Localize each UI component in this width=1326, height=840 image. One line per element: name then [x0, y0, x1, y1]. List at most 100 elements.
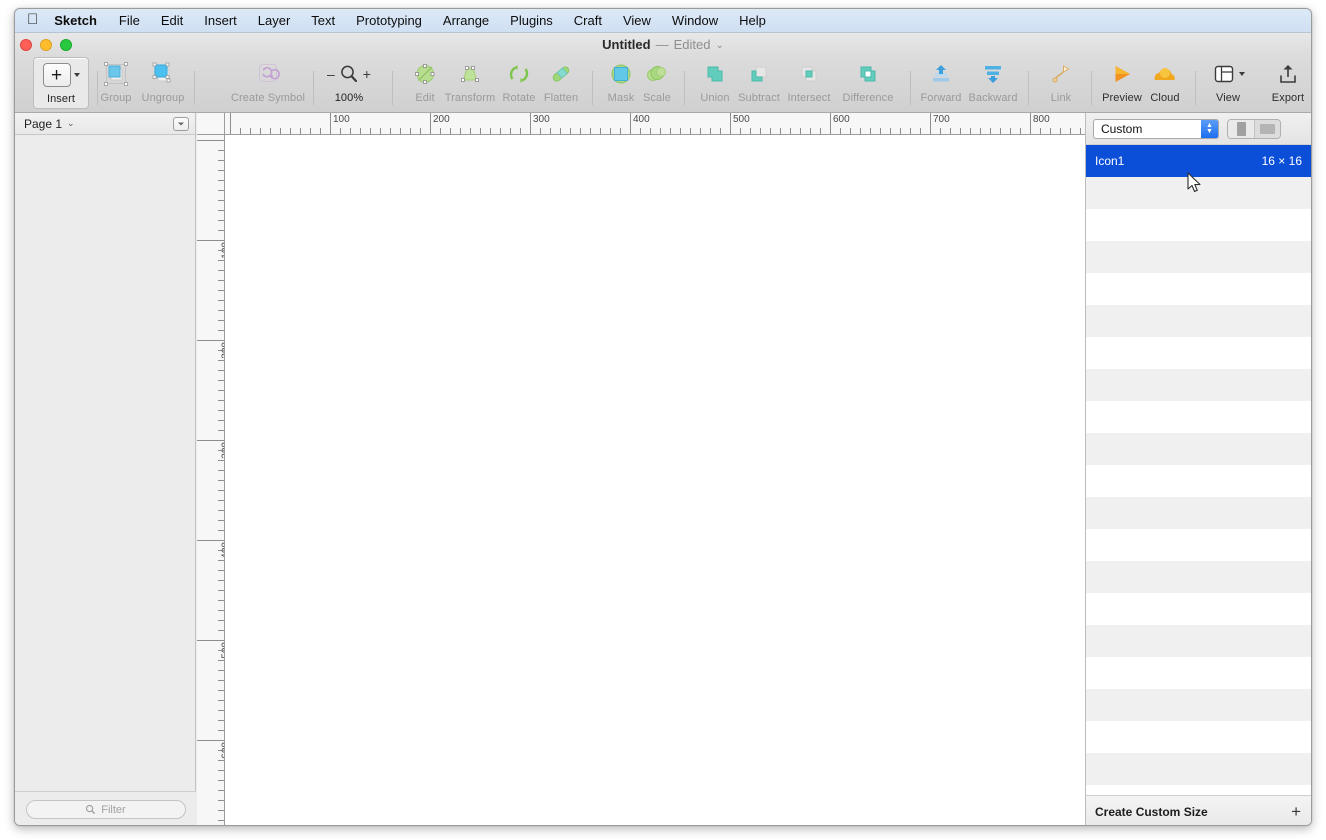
export-button[interactable]: Export: [1260, 59, 1311, 104]
artboard-size-row[interactable]: [1086, 273, 1311, 305]
ruler-minor-tick: [990, 128, 991, 134]
artboard-size-row[interactable]: [1086, 305, 1311, 337]
orientation-toggle[interactable]: [1227, 118, 1281, 139]
ruler-minor-tick: [218, 430, 224, 431]
zoom-out-button[interactable]: –: [327, 66, 335, 82]
view-icon: [1212, 59, 1245, 89]
artboard-size-row[interactable]: [1086, 337, 1311, 369]
ruler-minor-tick: [218, 180, 224, 181]
transform-button[interactable]: Transform: [442, 59, 498, 104]
preset-dropdown[interactable]: Custom ▲ ▼: [1093, 118, 1219, 139]
artboard-size-row[interactable]: [1086, 721, 1311, 753]
link-button[interactable]: Link: [1033, 59, 1089, 104]
ungroup-button[interactable]: Ungroup: [135, 59, 191, 104]
apple-icon[interactable]: : [27, 12, 38, 27]
artboard-size-row[interactable]: [1086, 369, 1311, 401]
ruler-label: 800: [1033, 114, 1050, 125]
ruler-minor-tick: [218, 170, 224, 171]
backward-button[interactable]: Backward: [965, 59, 1021, 104]
artboard-size-row[interactable]: [1086, 497, 1311, 529]
artboard-size-row[interactable]: [1086, 625, 1311, 657]
create-symbol-icon: [254, 59, 282, 89]
difference-button[interactable]: Difference: [836, 59, 900, 104]
plus-icon[interactable]: +: [1291, 803, 1301, 820]
intersect-button[interactable]: Intersect: [781, 59, 837, 104]
menu-item-help[interactable]: Help: [739, 13, 766, 28]
artboard-size-row[interactable]: [1086, 689, 1311, 721]
horizontal-ruler[interactable]: 100 200 300 400 500 600 700 800: [225, 113, 1085, 135]
layer-list[interactable]: [15, 135, 195, 783]
menu-item-sketch[interactable]: Sketch: [54, 13, 97, 28]
forward-button[interactable]: Forward: [913, 59, 969, 104]
menu-item-prototyping[interactable]: Prototyping: [356, 13, 422, 28]
artboard-size-list[interactable]: Icon1 16 × 16: [1086, 145, 1311, 795]
ruler-minor-tick: [1070, 128, 1071, 134]
ruler-minor-tick: [218, 490, 224, 491]
menu-item-window[interactable]: Window: [672, 13, 718, 28]
ruler-minor-tick: [670, 128, 671, 134]
filter-input[interactable]: Filter: [25, 800, 186, 819]
chevron-updown-icon[interactable]: ▲ ▼: [1201, 119, 1218, 138]
ruler-minor-tick: [560, 128, 561, 134]
ruler-minor-tick: [1050, 128, 1051, 134]
artboard-size-row[interactable]: [1086, 465, 1311, 497]
zoom-in-button[interactable]: +: [363, 66, 371, 82]
artboard-size-row[interactable]: [1086, 241, 1311, 273]
union-label: Union: [700, 92, 730, 104]
artboard-size-row[interactable]: [1086, 177, 1311, 209]
view-button[interactable]: View: [1200, 59, 1256, 104]
menu-item-view[interactable]: View: [623, 13, 651, 28]
ruler-minor-tick: [218, 230, 224, 231]
ruler-minor-tick: [218, 300, 224, 301]
ruler-minor-tick: [640, 128, 641, 134]
menu-bar:  Sketch File Edit Insert Layer Text Pro…: [15, 9, 1311, 33]
artboard-size-row[interactable]: [1086, 529, 1311, 561]
artboard-size-row[interactable]: [1086, 401, 1311, 433]
page-options-button[interactable]: [173, 116, 189, 131]
subtract-button[interactable]: Subtract: [731, 59, 787, 104]
create-symbol-button[interactable]: Create Symbol: [221, 59, 315, 104]
artboard-canvas[interactable]: [225, 135, 1085, 825]
create-custom-size-button[interactable]: Create Custom Size +: [1086, 795, 1311, 825]
menu-item-file[interactable]: File: [119, 13, 140, 28]
cloud-label: Cloud: [1150, 92, 1180, 104]
ruler-minor-tick: [380, 128, 381, 134]
ruler-label: 600: [833, 114, 850, 125]
toolbar-separator: [684, 71, 685, 105]
magnifier-icon: [340, 65, 357, 83]
flatten-button[interactable]: Flatten: [533, 59, 589, 104]
ruler-minor-tick: [870, 128, 871, 134]
orientation-portrait-button[interactable]: [1228, 119, 1254, 138]
artboard-size-row[interactable]: [1086, 753, 1311, 785]
scale-button[interactable]: Scale: [629, 59, 685, 104]
page-name[interactable]: Page 1 ⌄: [24, 117, 75, 131]
artboard-size-row[interactable]: Icon1 16 × 16: [1086, 145, 1311, 177]
ruler-minor-tick: [218, 380, 224, 381]
menu-item-layer[interactable]: Layer: [258, 13, 291, 28]
cloud-button[interactable]: Cloud: [1137, 59, 1193, 104]
ruler-major-tick: [197, 140, 224, 141]
artboard-size-row[interactable]: [1086, 593, 1311, 625]
chevron-down-icon[interactable]: ⌄: [715, 40, 723, 51]
ruler-minor-tick: [340, 128, 341, 134]
insert-button[interactable]: + Insert: [33, 57, 89, 109]
artboard-size-row[interactable]: [1086, 433, 1311, 465]
menu-item-plugins[interactable]: Plugins: [510, 13, 553, 28]
artboard-size-row[interactable]: [1086, 209, 1311, 241]
ruler-minor-tick: [218, 810, 224, 811]
menu-item-craft[interactable]: Craft: [574, 13, 602, 28]
page-selector[interactable]: Page 1 ⌄: [15, 113, 195, 135]
orientation-landscape-button[interactable]: [1254, 119, 1280, 138]
menu-item-insert[interactable]: Insert: [204, 13, 237, 28]
ruler-minor-tick: [218, 350, 224, 351]
export-label: Export: [1271, 92, 1305, 104]
menu-item-edit[interactable]: Edit: [161, 13, 183, 28]
vertical-ruler[interactable]: 100 200 300 400 500 600: [197, 135, 225, 825]
artboard-size-row[interactable]: [1086, 657, 1311, 689]
menu-item-arrange[interactable]: Arrange: [443, 13, 489, 28]
ruler-minor-tick: [600, 128, 601, 134]
zoom-control[interactable]: – + 100%: [321, 59, 377, 104]
artboard-size-row[interactable]: [1086, 561, 1311, 593]
ruler-minor-tick: [1000, 128, 1001, 134]
menu-item-text[interactable]: Text: [311, 13, 335, 28]
